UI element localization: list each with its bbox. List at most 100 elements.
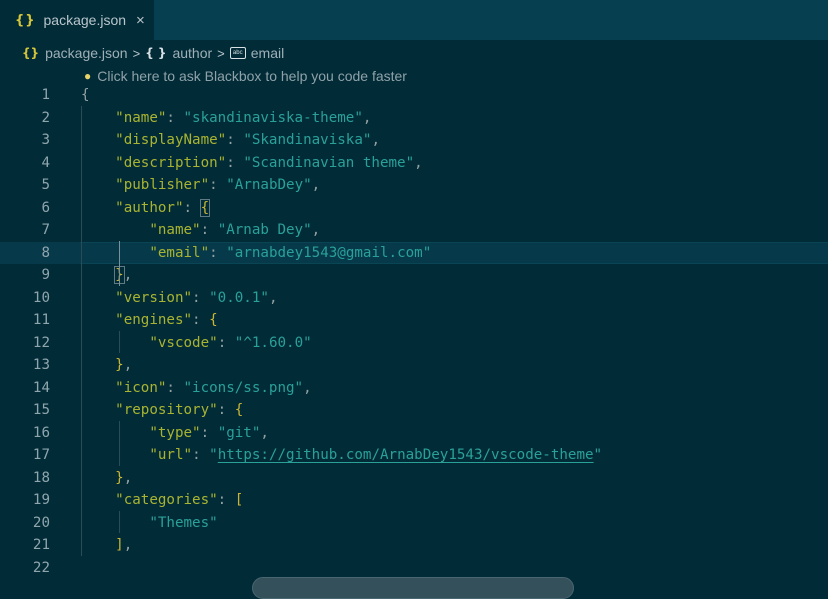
code-token: "ArnabDey" <box>226 177 312 193</box>
code-line[interactable]: 4 "description": "Scandinavian theme", <box>0 152 828 175</box>
code-line[interactable]: 18 }, <box>0 467 828 490</box>
code-text[interactable]: "categories": [ <box>81 489 243 512</box>
code-token: "engines" <box>115 312 193 328</box>
indent-guide <box>119 511 120 533</box>
code-text[interactable]: "repository": { <box>81 399 243 422</box>
code-line[interactable]: 20 "Themes" <box>0 512 828 535</box>
code-text[interactable]: "Themes" <box>81 512 217 535</box>
code-token: : <box>226 132 244 148</box>
code-line[interactable]: 12 "vscode": "^1.60.0" <box>0 332 828 355</box>
code-text[interactable]: "description": "Scandinavian theme", <box>81 152 423 175</box>
line-number: 16 <box>32 424 50 441</box>
code-line[interactable]: 11 "engines": { <box>0 309 828 332</box>
code-token: : <box>209 244 227 261</box>
code-editor[interactable]: 1{2 "name": "skandinaviska-theme", 3 "dis… <box>0 84 828 579</box>
line-number: 6 <box>41 199 50 216</box>
code-token: , <box>311 222 321 238</box>
code-text[interactable]: "vscode": "^1.60.0" <box>81 332 311 355</box>
code-text[interactable]: "name": "Arnab Dey", <box>81 219 320 242</box>
code-text[interactable]: "author": { <box>81 197 211 220</box>
code-text[interactable]: "url": "https://github.com/ArnabDey1543/… <box>81 444 602 467</box>
code-line[interactable]: 3 "displayName": "Skandinaviska", <box>0 129 828 152</box>
code-text[interactable]: }, <box>81 354 132 377</box>
close-icon[interactable]: × <box>136 12 145 29</box>
code-text[interactable]: "name": "skandinaviska-theme", <box>81 107 371 130</box>
code-token: , <box>303 379 312 396</box>
url-link[interactable]: https://github.com/ArnabDey1543/vscode-t… <box>218 447 594 463</box>
code-line[interactable]: 14 "icon": "icons/ss.png", <box>0 377 828 400</box>
code-token: } <box>115 469 124 486</box>
line-number: 18 <box>32 469 50 486</box>
code-text[interactable]: }, <box>81 264 132 287</box>
breadcrumb-item-author[interactable]: author <box>172 45 212 61</box>
code-token: "author" <box>115 199 184 216</box>
line-number: 17 <box>32 447 50 463</box>
code-line[interactable]: 22 <box>0 557 828 580</box>
code-text[interactable]: "version": "0.0.1", <box>81 287 277 310</box>
code-token: : <box>217 334 235 351</box>
code-text[interactable]: "engines": { <box>81 309 218 332</box>
code-line[interactable]: 10 "version": "0.0.1", <box>0 287 828 310</box>
hint-text[interactable]: Click here to ask Blackbox to help you c… <box>97 68 407 84</box>
code-text[interactable]: "type": "git", <box>81 422 269 445</box>
code-line[interactable]: 19 "categories": [ <box>0 489 828 512</box>
code-line[interactable]: 13 }, <box>0 354 828 377</box>
code-text[interactable]: "displayName": "Skandinaviska", <box>81 129 380 152</box>
code-line[interactable]: 7 "name": "Arnab Dey", <box>0 219 828 242</box>
json-braces-icon: {} <box>15 12 36 28</box>
line-number: 8 <box>41 244 50 261</box>
code-text[interactable]: ], <box>81 534 132 557</box>
breadcrumb-item-file[interactable]: package.json <box>45 45 128 61</box>
code-token: "name" <box>115 109 167 126</box>
line-number: 19 <box>32 492 50 508</box>
code-line[interactable]: 1{ <box>0 84 828 107</box>
code-token: , <box>414 154 423 171</box>
code-line[interactable]: 16 "type": "git", <box>0 422 828 445</box>
code-line[interactable]: 17 "url": "https://github.com/ArnabDey15… <box>0 444 828 467</box>
code-line[interactable]: 2 "name": "skandinaviska-theme", <box>0 107 828 130</box>
code-token: "type" <box>149 424 201 441</box>
code-line[interactable]: 15 "repository": { <box>0 399 828 422</box>
code-token: , <box>123 537 133 553</box>
code-text[interactable]: "icon": "icons/ss.png", <box>81 377 312 400</box>
code-token: , <box>123 267 133 283</box>
code-line[interactable]: 5 "publisher": "ArnabDey", <box>0 174 828 197</box>
indent-guide <box>119 331 120 353</box>
blackbox-hint[interactable]: ● Click here to ask Blackbox to help you… <box>84 66 407 86</box>
code-text[interactable]: { <box>81 84 90 107</box>
line-number: 22 <box>32 559 50 576</box>
tab-package-json[interactable]: {} package.json × <box>0 0 154 40</box>
popup-widget[interactable] <box>252 577 574 599</box>
line-number: 7 <box>41 222 50 238</box>
code-token: "icon" <box>115 379 167 396</box>
code-line[interactable]: 6 "author": { <box>0 197 828 220</box>
tab-label: package.json <box>43 12 127 28</box>
code-token: "Skandinaviska" <box>243 132 372 148</box>
code-token: "displayName" <box>115 132 227 148</box>
code-text[interactable]: "publisher": "ArnabDey", <box>81 174 320 197</box>
chevron-right-icon: > <box>217 45 225 61</box>
code-token: "description" <box>115 154 227 171</box>
code-token: : <box>217 492 235 508</box>
code-line[interactable]: 8 "email": "arnabdey1543@gmail.com" <box>0 241 828 265</box>
code-text[interactable]: "email": "arnabdey1543@gmail.com" <box>81 242 431 265</box>
code-text[interactable]: }, <box>81 467 132 490</box>
code-line[interactable]: 21 ], <box>0 534 828 557</box>
breadcrumb: {} package.json > { } author > abc email <box>0 42 284 64</box>
code-token: "categories" <box>115 492 218 508</box>
code-token: : <box>192 312 210 328</box>
code-token: { <box>199 198 211 217</box>
indent-guide <box>81 106 82 556</box>
code-token: : <box>166 379 184 396</box>
indent-guide <box>119 421 120 466</box>
code-line[interactable]: 9 }, <box>0 264 828 287</box>
breadcrumb-item-email[interactable]: email <box>251 45 284 61</box>
tab-bar: {} package.json × <box>0 0 828 40</box>
code-token: : <box>226 154 244 171</box>
